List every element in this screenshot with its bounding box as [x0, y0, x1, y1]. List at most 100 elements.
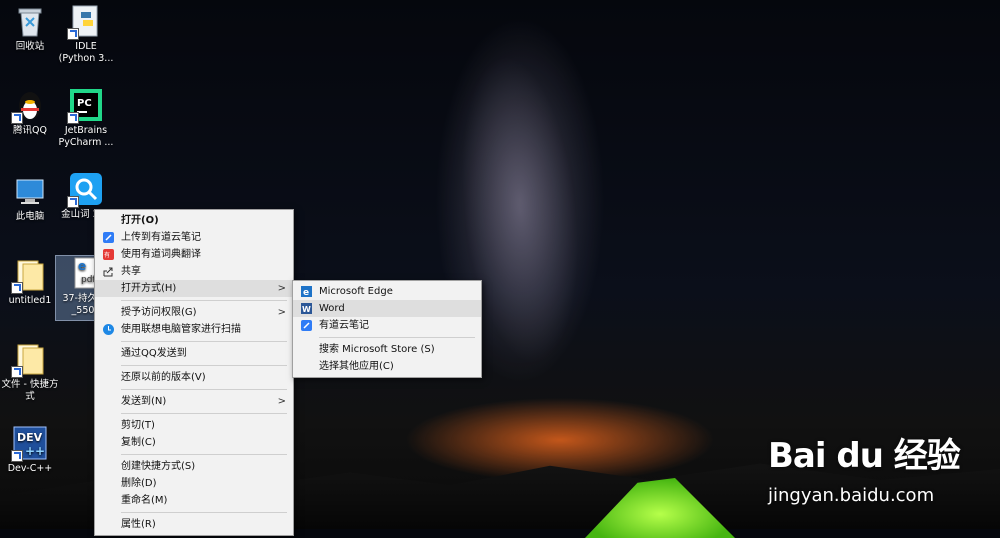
- shortcut-arrow-icon: [11, 112, 23, 124]
- menu-separator: [319, 337, 475, 338]
- menu-separator: [121, 413, 287, 414]
- menu-item-cut[interactable]: 剪切(T): [95, 417, 293, 434]
- menu-item-label: 删除(D): [121, 478, 157, 489]
- menu-item-copy[interactable]: 复制(C): [95, 434, 293, 451]
- menu-separator: [121, 389, 287, 390]
- desktop-icon-qq[interactable]: 腾讯QQ: [0, 88, 60, 137]
- youdao-note-icon: [103, 232, 114, 243]
- menu-item-grant-access[interactable]: 授予访问权限(G) >: [95, 304, 293, 321]
- youdao-dict-icon: 有: [103, 249, 114, 260]
- menu-item-properties[interactable]: 属性(R): [95, 516, 293, 533]
- shortcut-arrow-icon: [11, 366, 23, 378]
- menu-item-label: 授予访问权限(G): [121, 307, 197, 318]
- menu-item-open-with[interactable]: 打开方式(H) >: [95, 280, 293, 297]
- shortcut-arrow-icon: [11, 282, 23, 294]
- desktop-icon-label: 回收站: [15, 41, 45, 52]
- chevron-right-icon: >: [277, 396, 286, 407]
- kingsoft-dictionary-icon: [67, 172, 103, 208]
- menu-item-label: 共享: [121, 266, 141, 277]
- desktop-icon-label: JetBrains PyCharm ...: [58, 125, 114, 148]
- desktop-icon-this-pc[interactable]: 此电脑: [0, 174, 60, 223]
- menu-separator: [121, 454, 287, 455]
- shortcut-arrow-icon: [11, 450, 23, 462]
- menu-item-label: 打开(O): [121, 215, 159, 226]
- desktop-icon-label: 此电脑: [15, 211, 45, 222]
- menu-item-label: 选择其他应用(C): [319, 361, 394, 372]
- menu-item-send-to[interactable]: 发送到(N) >: [95, 393, 293, 410]
- menu-item-label: 通过QQ发送到: [121, 348, 187, 359]
- svg-text:PC: PC: [77, 98, 92, 109]
- computer-monitor-icon: [13, 174, 47, 208]
- submenu-item-word[interactable]: W Word: [293, 300, 481, 317]
- menu-item-upload-youdao[interactable]: 上传到有道云笔记: [95, 229, 293, 246]
- menu-separator: [121, 512, 287, 513]
- menu-item-send-qq[interactable]: 通过QQ发送到: [95, 345, 293, 362]
- menu-item-label: 发送到(N): [121, 396, 167, 407]
- menu-item-label: 还原以前的版本(V): [121, 372, 206, 383]
- recycle-bin-icon: [13, 4, 47, 38]
- devcpp-icon: DEV ++: [11, 426, 47, 462]
- context-menu: 打开(O) 上传到有道云笔记 有 使用有道词典翻译 共享 打开方式(H) > 授予…: [94, 209, 294, 536]
- lenovo-manager-icon: [103, 324, 114, 335]
- shortcut-arrow-icon: [67, 28, 79, 40]
- shortcut-arrow-icon: [67, 196, 79, 208]
- word-icon: W: [301, 303, 312, 314]
- desktop-icon-untitled1[interactable]: untitled1: [0, 258, 60, 307]
- pycharm-icon: PC: [67, 88, 103, 124]
- menu-item-label: 使用联想电脑管家进行扫描: [121, 324, 241, 335]
- svg-text:e: e: [78, 259, 86, 273]
- menu-item-create-shortcut[interactable]: 创建快捷方式(S): [95, 458, 293, 475]
- svg-text:有: 有: [104, 251, 110, 259]
- desktop-icon-idle[interactable]: IDLE (Python 3...: [56, 4, 116, 65]
- desktop-icon-recycle-bin[interactable]: 回收站: [0, 4, 60, 53]
- menu-separator: [121, 365, 287, 366]
- chevron-right-icon: >: [277, 307, 286, 318]
- menu-separator: [121, 300, 287, 301]
- menu-item-label: 创建快捷方式(S): [121, 461, 196, 472]
- python-idle-icon: [67, 4, 103, 40]
- menu-item-delete[interactable]: 删除(D): [95, 475, 293, 492]
- menu-item-rename[interactable]: 重命名(M): [95, 492, 293, 509]
- menu-item-label: 复制(C): [121, 437, 156, 448]
- desktop-icon-file-shortcut[interactable]: 文件 - 快捷方式: [0, 342, 62, 403]
- menu-item-label: 剪切(T): [121, 420, 155, 431]
- menu-item-open[interactable]: 打开(O): [95, 212, 293, 229]
- menu-item-label: 上传到有道云笔记: [121, 232, 201, 243]
- menu-item-label: Microsoft Edge: [319, 286, 393, 297]
- desktop-icon-label: untitled1: [8, 295, 52, 306]
- share-icon: [103, 266, 114, 277]
- menu-item-label: 打开方式(H): [121, 283, 177, 294]
- baidu-jingyan-logo: Bai du 经验: [768, 436, 961, 476]
- menu-separator: [121, 341, 287, 342]
- desktop-icon-label: 文件 - 快捷方式: [1, 379, 59, 402]
- menu-item-label: 有道云笔记: [319, 320, 369, 331]
- menu-item-label: 搜索 Microsoft Store (S): [319, 344, 435, 355]
- menu-item-lenovo-scan[interactable]: 使用联想电脑管家进行扫描: [95, 321, 293, 338]
- folder-icon: [11, 342, 47, 378]
- menu-item-label: 属性(R): [121, 519, 156, 530]
- desktop-icon-devcpp[interactable]: DEV ++ Dev-C++: [0, 426, 60, 475]
- menu-item-label: 使用有道词典翻译: [121, 249, 201, 260]
- svg-text:++: ++: [25, 444, 45, 458]
- menu-item-youdao-translate[interactable]: 有 使用有道词典翻译: [95, 246, 293, 263]
- shortcut-arrow-icon: [67, 112, 79, 124]
- edge-icon: e: [301, 286, 312, 298]
- svg-text:DEV: DEV: [17, 431, 43, 444]
- youdao-note-icon: [301, 320, 312, 331]
- desktop-icon-label: Dev-C++: [7, 463, 53, 474]
- desktop-icon-label: IDLE (Python 3...: [58, 41, 114, 64]
- submenu-item-search-store[interactable]: 搜索 Microsoft Store (S): [293, 341, 481, 358]
- submenu-item-choose-other[interactable]: 选择其他应用(C): [293, 358, 481, 375]
- desktop-icon-pycharm[interactable]: PC JetBrains PyCharm ...: [56, 88, 116, 149]
- open-with-submenu: e Microsoft Edge W Word 有道云笔记 搜索 Microso…: [292, 280, 482, 378]
- menu-item-share[interactable]: 共享: [95, 263, 293, 280]
- menu-item-label: 重命名(M): [121, 495, 168, 506]
- chevron-right-icon: >: [277, 283, 286, 294]
- submenu-item-edge[interactable]: e Microsoft Edge: [293, 283, 481, 300]
- menu-item-restore-versions[interactable]: 还原以前的版本(V): [95, 369, 293, 386]
- desktop-icon-label: 腾讯QQ: [13, 125, 47, 136]
- submenu-item-youdao-note[interactable]: 有道云笔记: [293, 317, 481, 334]
- watermark-url: jingyan.baidu.com: [768, 485, 935, 506]
- folder-icon: [11, 258, 47, 294]
- svg-text:e: e: [303, 288, 309, 297]
